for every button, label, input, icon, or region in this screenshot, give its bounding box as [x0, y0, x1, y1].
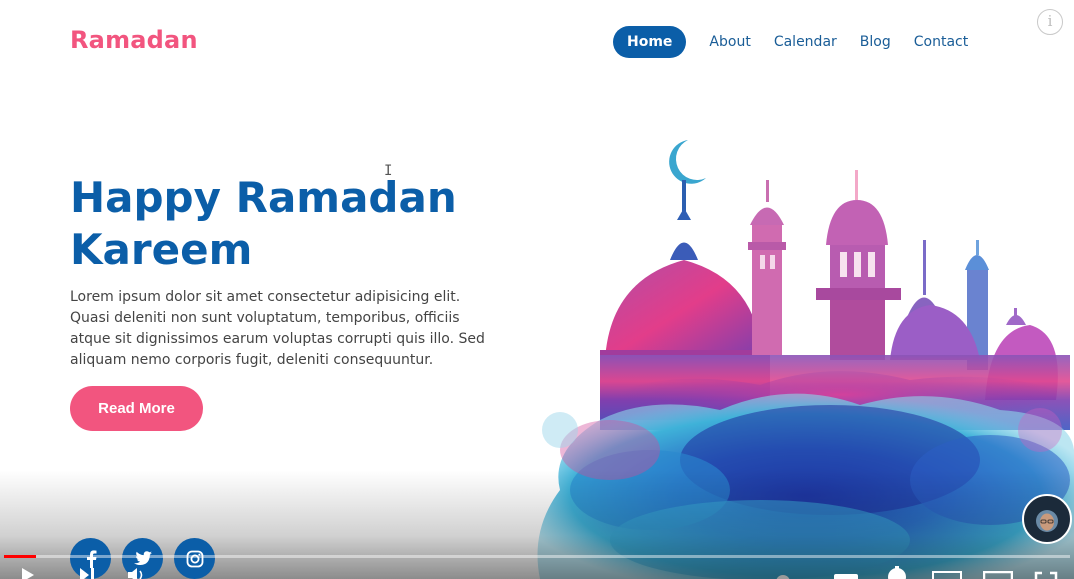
video-progress-bar[interactable]	[4, 555, 1070, 558]
nav-item-home[interactable]: Home	[613, 26, 687, 58]
autoplay-toggle[interactable]	[776, 575, 790, 579]
play-icon[interactable]	[20, 566, 36, 579]
miniplayer-icon[interactable]	[932, 571, 962, 579]
fullscreen-icon[interactable]	[1034, 571, 1058, 579]
volume-icon[interactable]	[126, 566, 150, 579]
theater-icon[interactable]	[983, 571, 1013, 579]
read-more-button[interactable]: Read More	[70, 386, 203, 431]
channel-watermark-avatar[interactable]	[1022, 494, 1072, 544]
nav-item-calendar[interactable]: Calendar	[774, 26, 837, 58]
twitter-icon	[133, 551, 152, 566]
hero-description: Lorem ipsum dolor sit amet consectetur a…	[70, 289, 485, 368]
nav-item-blog[interactable]: Blog	[860, 26, 891, 58]
hero-title-line2: Kareem	[70, 225, 253, 274]
video-control-bar	[0, 566, 1074, 579]
video-progress-fill	[4, 555, 36, 558]
text-cursor-icon: I	[384, 163, 393, 179]
info-icon[interactable]: i	[1037, 9, 1063, 35]
next-icon[interactable]	[78, 566, 96, 579]
nav-item-about[interactable]: About	[709, 26, 750, 58]
subtitles-icon[interactable]	[833, 571, 859, 579]
settings-icon[interactable]	[886, 566, 908, 579]
brand-logo[interactable]: Ramadan	[70, 26, 198, 54]
facebook-icon	[86, 549, 96, 568]
hero-title: Happy Ramadan Kareem	[70, 172, 530, 276]
instagram-icon	[186, 550, 203, 567]
main-nav: Home About Calendar Blog Contact	[613, 26, 968, 58]
crescent-moon-icon	[669, 140, 706, 184]
nav-item-contact[interactable]: Contact	[914, 26, 968, 58]
hero-title-line1: Happy Ramadan	[70, 173, 457, 222]
channel-watermark-image	[1025, 497, 1069, 541]
